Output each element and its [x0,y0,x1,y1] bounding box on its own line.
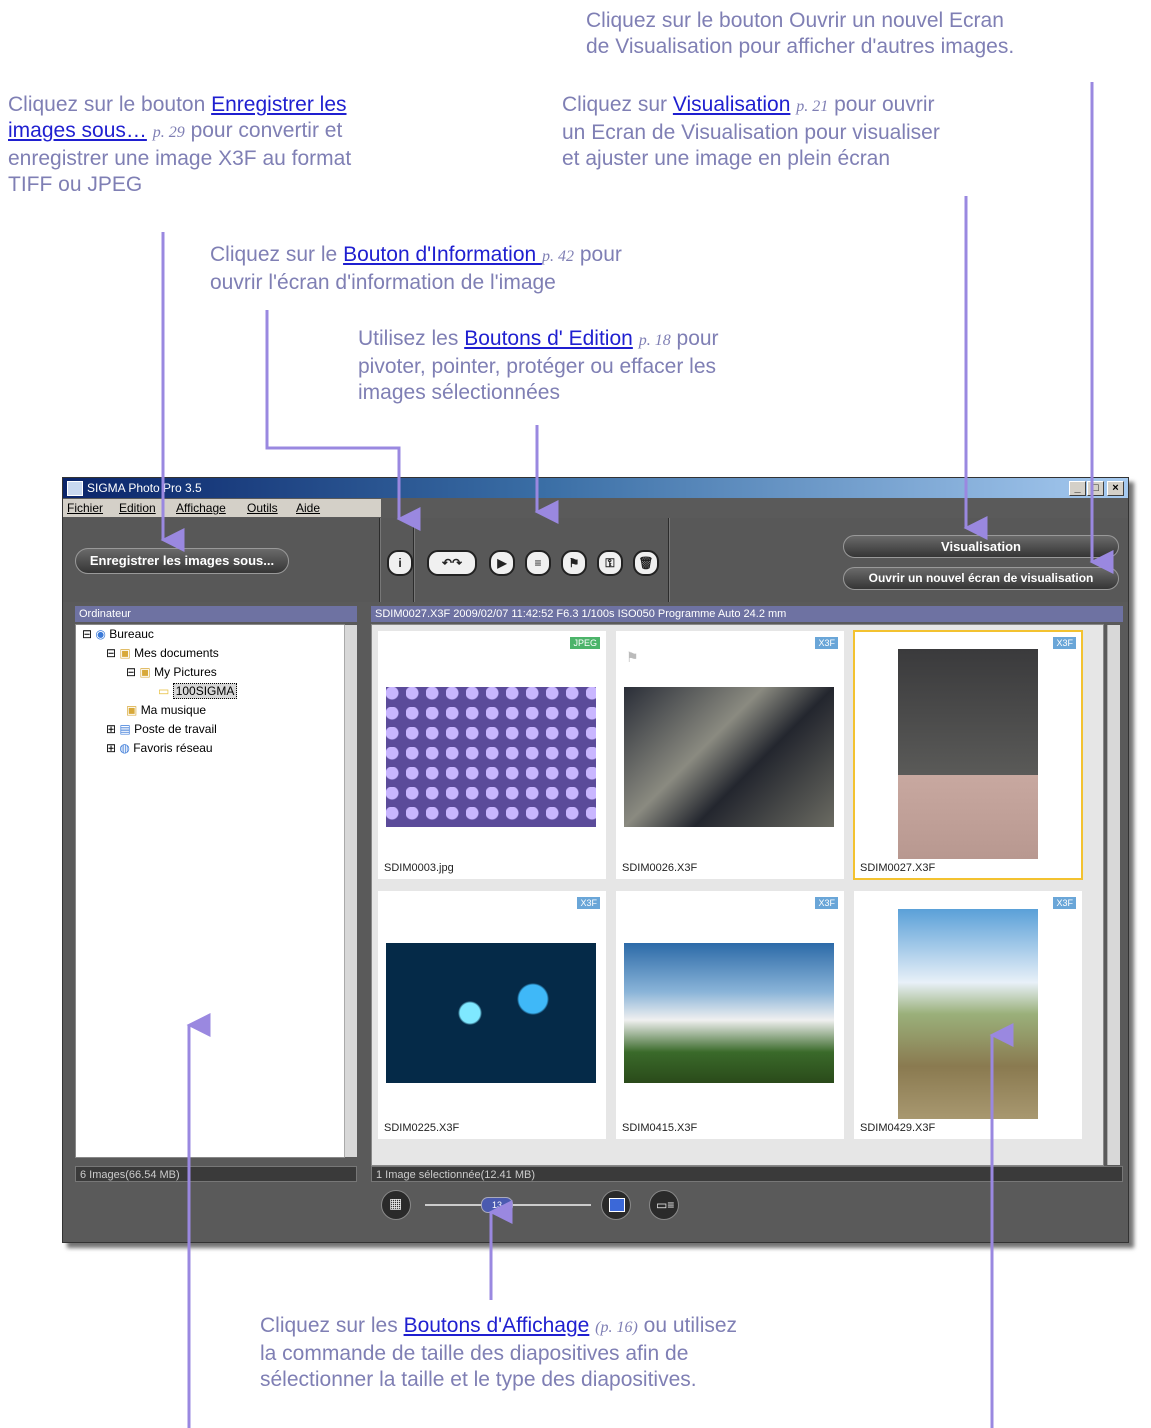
callout-lines [160,82,1114,1428]
callout-info [265,310,421,531]
